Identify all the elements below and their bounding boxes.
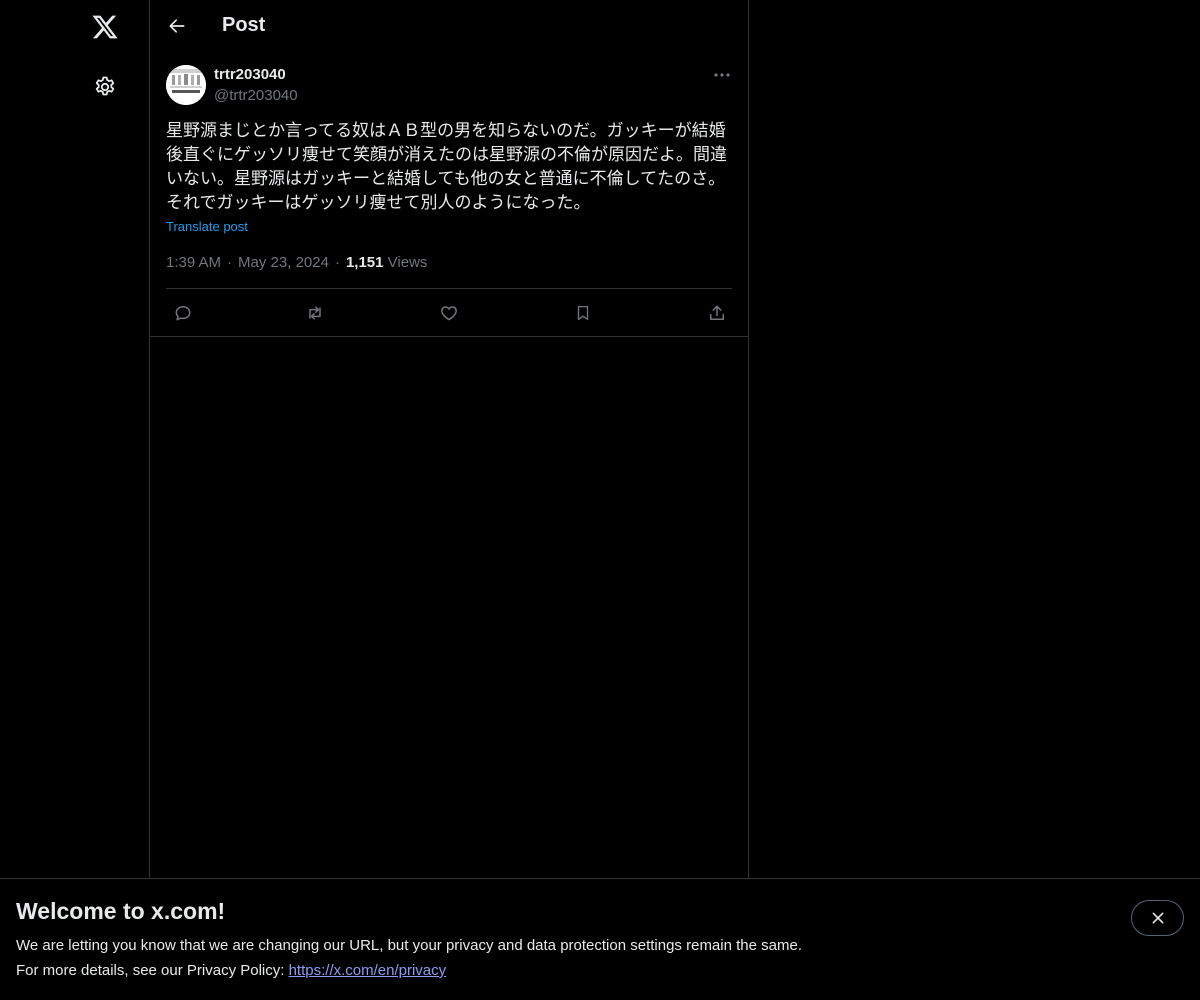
banner-title: Welcome to x.com!: [16, 898, 226, 924]
author-handle[interactable]: @trtr203040: [214, 87, 298, 104]
bookmark-button[interactable]: [570, 301, 596, 325]
banner-message: We are letting you know that we are chan…: [16, 937, 802, 954]
page: Post trtr203040 @trtr203040 星野源まじとか言ってる奴…: [0, 0, 1200, 1000]
meta-separator: ·: [227, 254, 233, 271]
avatar-image: [166, 65, 206, 105]
x-logo-button[interactable]: [82, 4, 128, 50]
heart-icon: [441, 306, 457, 321]
left-nav: [0, 0, 150, 1000]
translate-post-link[interactable]: Translate post: [166, 219, 248, 234]
repost-icon: [309, 306, 321, 320]
gear-icon: [95, 76, 115, 96]
banner-close-button[interactable]: [1131, 900, 1184, 936]
bookmark-icon: [577, 305, 589, 321]
more-options-button[interactable]: [708, 63, 736, 87]
avatar[interactable]: [166, 65, 206, 105]
url-change-banner: Welcome to x.com! We are letting you kno…: [0, 878, 1200, 1000]
post-actions: [166, 288, 732, 336]
post-meta: 1:39 AM · May 23, 2024 · 1,151 Views: [166, 254, 427, 271]
author-display-name[interactable]: trtr203040: [214, 66, 286, 83]
banner-privacy-prefix: For more details, see our Privacy Policy…: [16, 962, 289, 979]
repost-button[interactable]: [302, 301, 328, 325]
settings-button[interactable]: [82, 64, 128, 110]
views-label: Views: [387, 254, 428, 271]
page-title: Post: [222, 14, 266, 36]
reply-icon: [175, 306, 191, 321]
x-logo-icon: [92, 15, 118, 39]
post-date[interactable]: May 23, 2024: [238, 254, 329, 271]
meta-separator: ·: [334, 254, 340, 271]
banner-privacy-line: For more details, see our Privacy Policy…: [16, 962, 446, 979]
arrow-left-icon: [169, 19, 185, 33]
ellipsis-icon: [714, 73, 730, 77]
share-button[interactable]: [704, 301, 730, 325]
reply-button[interactable]: [170, 301, 196, 325]
post: trtr203040 @trtr203040 星野源まじとか言ってる奴はＡＢ型の…: [150, 53, 748, 337]
post-time[interactable]: 1:39 AM: [166, 254, 221, 271]
back-button[interactable]: [160, 9, 194, 43]
privacy-policy-link[interactable]: https://x.com/en/privacy: [289, 962, 447, 979]
like-button[interactable]: [436, 301, 462, 325]
page-header: Post: [150, 0, 748, 53]
views-count: 1,151: [345, 254, 384, 271]
share-icon: [710, 305, 724, 320]
main-column: Post trtr203040 @trtr203040 星野源まじとか言ってる奴…: [150, 0, 749, 1000]
close-icon: [1152, 912, 1163, 924]
post-text: 星野源まじとか言ってる奴はＡＢ型の男を知らないのだ。ガッキーが結婚後直ぐにゲッソ…: [166, 121, 727, 213]
